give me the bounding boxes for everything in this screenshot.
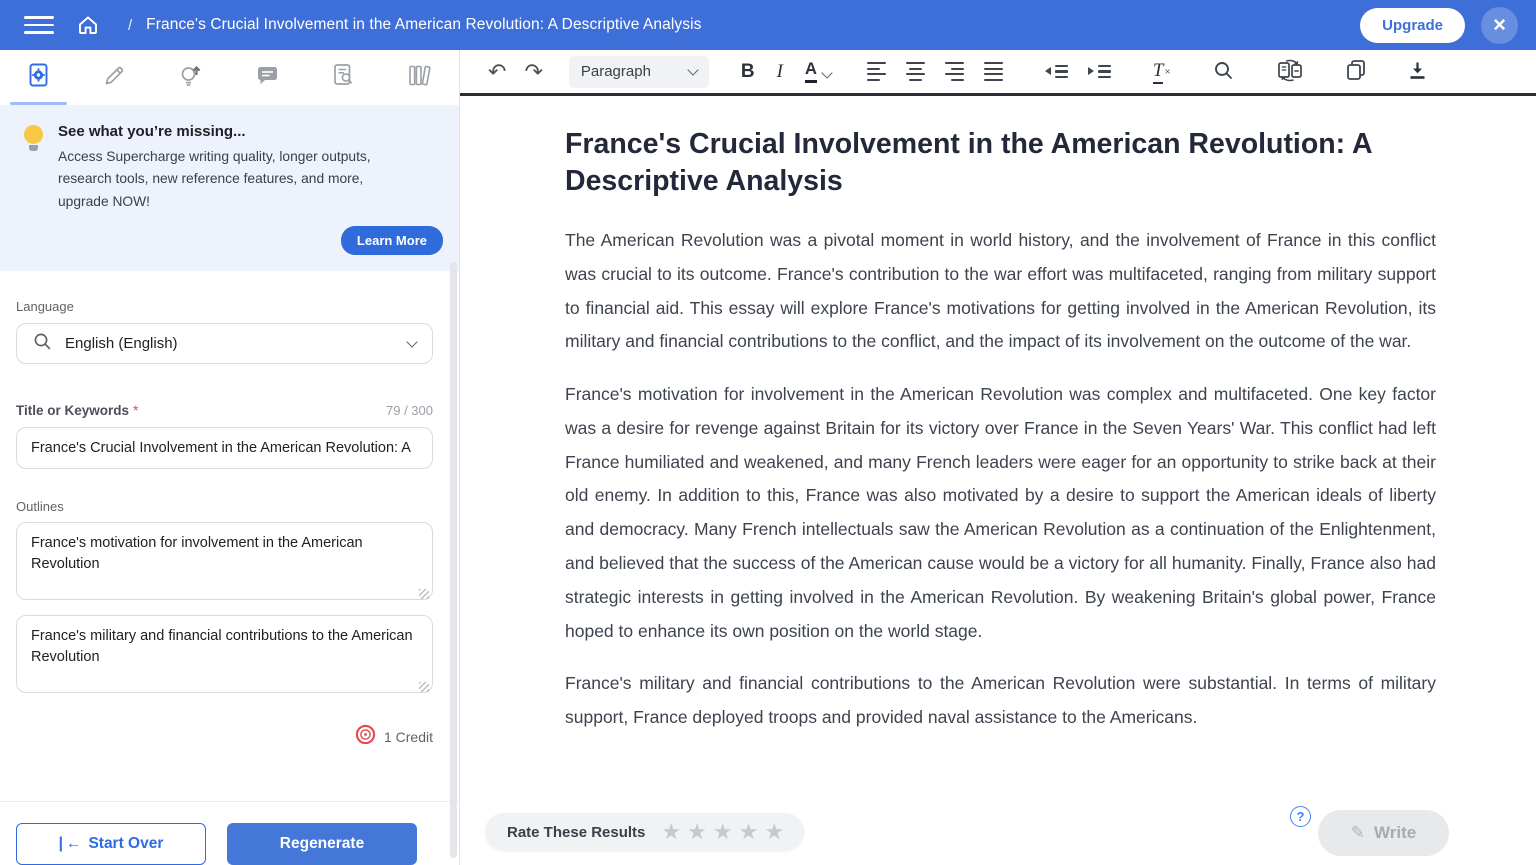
required-asterisk: * <box>133 402 139 419</box>
bold-button[interactable]: B <box>741 61 755 83</box>
align-left-icon <box>866 61 886 82</box>
outdent-button[interactable] <box>1044 64 1068 79</box>
outlines-label: Outlines <box>16 499 64 515</box>
document-paragraph: France's military and financial contribu… <box>565 673 1436 728</box>
tab-library[interactable] <box>383 50 460 105</box>
redo-button[interactable]: ↷ <box>524 60 542 83</box>
chevron-down-icon <box>406 335 418 348</box>
document-canvas[interactable]: France's Crucial Involvement in the Amer… <box>460 96 1536 865</box>
tab-comments[interactable] <box>230 50 307 105</box>
regenerate-button[interactable]: Regenerate <box>227 823 417 865</box>
align-right-icon <box>944 61 964 82</box>
document-gear-icon <box>27 63 50 92</box>
outline-input-2[interactable]: France's military and financial contribu… <box>16 615 433 694</box>
sidebar-tabs <box>0 50 459 105</box>
star-icon[interactable]: ★ <box>687 821 707 843</box>
star-icon[interactable]: ★ <box>661 821 681 843</box>
document-paragraph: The American Revolution was a pivotal mo… <box>565 230 1436 352</box>
search-button[interactable] <box>1213 60 1234 84</box>
download-icon <box>1408 61 1427 83</box>
close-icon[interactable]: × <box>1481 6 1518 44</box>
compare-documents-button[interactable] <box>1276 59 1304 85</box>
tab-plagiarism-check[interactable] <box>306 50 383 105</box>
document-paragraph: France's motivation for involvement in t… <box>565 384 1436 641</box>
tab-ideas[interactable] <box>153 50 230 105</box>
download-button[interactable] <box>1408 61 1427 83</box>
language-value: English (English) <box>65 335 178 353</box>
credit-count: 1 Credit <box>383 729 433 746</box>
search-icon <box>1213 60 1234 84</box>
start-over-bar-icon: | <box>58 835 63 852</box>
promo-banner: See what you’re missing... Access Superc… <box>0 105 459 272</box>
learn-more-button[interactable]: Learn More <box>340 226 443 256</box>
sidebar: See what you’re missing... Access Superc… <box>0 50 460 865</box>
tab-rewrite[interactable] <box>77 50 154 105</box>
align-center-button[interactable] <box>905 61 925 82</box>
star-icon[interactable]: ★ <box>739 821 759 843</box>
star-rating: ★ ★ ★ ★ ★ <box>661 821 784 843</box>
credit-coin-icon <box>355 724 376 750</box>
align-left-button[interactable] <box>866 61 886 82</box>
comment-icon <box>256 65 279 91</box>
document-heading: France's Crucial Involvement in the Amer… <box>565 128 1372 198</box>
rate-results-widget: Rate These Results ★ ★ ★ ★ ★ <box>485 813 805 851</box>
rate-results-label: Rate These Results <box>507 823 646 841</box>
italic-button[interactable]: I <box>777 61 783 83</box>
indent-icon <box>1087 64 1111 79</box>
indent-button[interactable] <box>1087 64 1111 79</box>
write-button[interactable]: ✎ Write <box>1318 810 1449 856</box>
align-justify-button[interactable] <box>983 61 1003 82</box>
align-center-icon <box>905 61 925 82</box>
star-icon[interactable]: ★ <box>764 821 784 843</box>
align-justify-icon <box>983 61 1003 82</box>
document-swap-icon <box>1276 59 1304 85</box>
paragraph-style-select[interactable]: Paragraph <box>568 55 709 88</box>
title-keywords-input[interactable] <box>16 427 433 470</box>
sidebar-scrollbar[interactable] <box>450 262 457 858</box>
help-icon[interactable]: ? <box>1290 806 1311 827</box>
undo-button[interactable]: ↶ <box>488 60 506 83</box>
pen-icon: ✎ <box>1350 823 1366 842</box>
title-keywords-label: Title or Keywords <box>16 403 130 419</box>
home-icon[interactable] <box>76 13 100 37</box>
promo-body: Access Supercharge writing quality, long… <box>58 149 371 209</box>
start-over-arrow-icon: ← <box>65 835 82 852</box>
document-search-icon <box>332 63 356 92</box>
text-color-button[interactable]: A <box>804 60 833 83</box>
language-label: Language <box>16 299 74 315</box>
upgrade-button[interactable]: Upgrade <box>1360 7 1465 43</box>
star-icon[interactable]: ★ <box>713 821 733 843</box>
clear-formatting-button[interactable]: T × <box>1152 60 1171 84</box>
menu-icon[interactable] <box>24 16 54 34</box>
align-right-button[interactable] <box>944 61 964 82</box>
pencil-icon <box>103 64 126 92</box>
breadcrumb-title: France's Crucial Involvement in the Amer… <box>146 16 702 33</box>
chevron-down-icon <box>687 63 699 76</box>
generator-form: Language English (English) Title or Keyw… <box>0 271 459 801</box>
breadcrumb-separator: / <box>128 16 133 34</box>
character-counter: 79 / 300 <box>386 403 433 419</box>
outline-input-1[interactable]: France's motivation for involvement in t… <box>16 522 433 601</box>
outdent-icon <box>1044 64 1068 79</box>
chevron-down-icon <box>821 67 833 79</box>
lightbulb-icon <box>24 125 43 151</box>
editor-toolbar: ↶ ↷ Paragraph B I A T × <box>460 50 1536 96</box>
editor-panel: ↶ ↷ Paragraph B I A T × France's Crucial… <box>460 50 1536 865</box>
language-select[interactable]: English (English) <box>16 323 433 365</box>
search-icon <box>33 332 52 356</box>
lightbulb-arrow-icon <box>179 63 204 92</box>
start-over-button[interactable]: | ← Start Over <box>16 823 206 865</box>
tab-generator-settings[interactable] <box>0 50 77 105</box>
promo-title: See what you’re missing... <box>58 123 246 140</box>
topbar: / France's Crucial Involvement in the Am… <box>0 0 1536 50</box>
sidebar-actions: | ← Start Over Regenerate <box>0 801 459 865</box>
copy-button[interactable] <box>1346 59 1366 84</box>
books-icon <box>408 64 433 92</box>
copy-icon <box>1346 59 1366 84</box>
